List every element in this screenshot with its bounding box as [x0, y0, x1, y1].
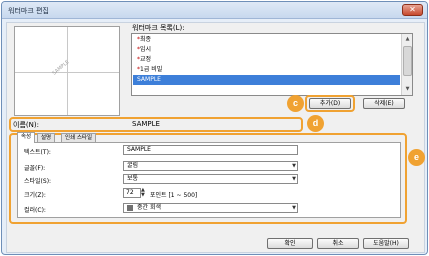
watermark-edit-dialog: 워터마크 편집 ✕ SAMPLE 워터마크 목록(L): *최종 *임시 *교정…: [1, 1, 428, 255]
color-select-value: 중간 회색: [137, 204, 161, 211]
style-select-value: 보통: [127, 175, 139, 182]
color-swatch: [127, 204, 133, 211]
size-input[interactable]: 72: [123, 188, 141, 198]
font-select[interactable]: 굴림 ▼: [123, 161, 298, 171]
callout-marker-e: e: [408, 149, 425, 166]
color-select[interactable]: 중간 회색 ▼: [123, 203, 298, 213]
name-label: 이름(N):: [13, 121, 39, 129]
title-bar[interactable]: 워터마크 편집 ✕: [2, 2, 427, 19]
scroll-up-icon[interactable]: ▲: [403, 35, 412, 44]
add-button[interactable]: 추가(D): [309, 98, 351, 109]
dialog-body: SAMPLE 워터마크 목록(L): *최종 *임시 *교정 *1급 비밀 SA…: [6, 22, 425, 253]
chevron-down-icon: ▼: [292, 176, 296, 182]
callout-marker-c: c: [287, 95, 304, 112]
font-label: 글꼴(F):: [24, 165, 46, 172]
help-button[interactable]: 도움말(H): [363, 238, 409, 249]
callout-marker-d: d: [307, 115, 324, 132]
name-value: SAMPLE: [132, 120, 160, 128]
cancel-button[interactable]: 취소: [317, 238, 359, 249]
spin-down-icon[interactable]: ▼: [141, 193, 145, 198]
preview-vertical-guide: [67, 27, 68, 115]
list-scrollbar[interactable]: ▲ ▼: [401, 34, 412, 95]
list-item-label: 교정: [140, 56, 152, 63]
chevron-down-icon: ▼: [292, 163, 296, 169]
list-item[interactable]: *임시: [133, 45, 400, 55]
list-item-label: 1급 비밀: [140, 66, 163, 73]
list-item-label: SAMPLE: [137, 76, 161, 83]
text-input[interactable]: SAMPLE: [123, 145, 298, 155]
font-select-value: 굴림: [127, 162, 139, 169]
list-item[interactable]: *1급 비밀: [133, 65, 400, 75]
watermark-list-label: 워터마크 목록(L):: [132, 24, 185, 32]
text-label: 텍스트(T):: [24, 149, 51, 156]
size-label: 크기(Z):: [24, 192, 46, 199]
color-label: 컬러(C):: [24, 207, 46, 214]
list-item-label: 최종: [140, 36, 152, 43]
window-title: 워터마크 편집: [8, 7, 49, 15]
delete-button[interactable]: 삭제(E): [363, 98, 405, 109]
style-label: 스타일(S):: [24, 178, 52, 185]
ok-button[interactable]: 확인: [267, 238, 313, 249]
list-item-label: 임시: [140, 46, 152, 53]
size-unit: 포인트 [1 ~ 500]: [150, 192, 198, 199]
list-item[interactable]: *최종: [133, 35, 400, 45]
chevron-down-icon: ▼: [292, 205, 296, 211]
list-item-selected[interactable]: SAMPLE: [133, 75, 400, 85]
style-select[interactable]: 보통 ▼: [123, 174, 298, 184]
tab-attributes[interactable]: 속성: [17, 132, 36, 143]
scroll-thumb[interactable]: [403, 46, 412, 76]
close-icon: ✕: [409, 5, 416, 14]
attributes-panel: 텍스트(T): SAMPLE 글꼴(F): 굴림 ▼ 스타일(S): 보통 ▼ …: [17, 142, 401, 218]
watermark-list[interactable]: *최종 *임시 *교정 *1급 비밀 SAMPLE ▲ ▼: [131, 33, 413, 96]
watermark-preview: SAMPLE: [14, 26, 120, 116]
list-item[interactable]: *교정: [133, 55, 400, 65]
close-button[interactable]: ✕: [402, 4, 423, 16]
scroll-down-icon[interactable]: ▼: [403, 85, 412, 94]
